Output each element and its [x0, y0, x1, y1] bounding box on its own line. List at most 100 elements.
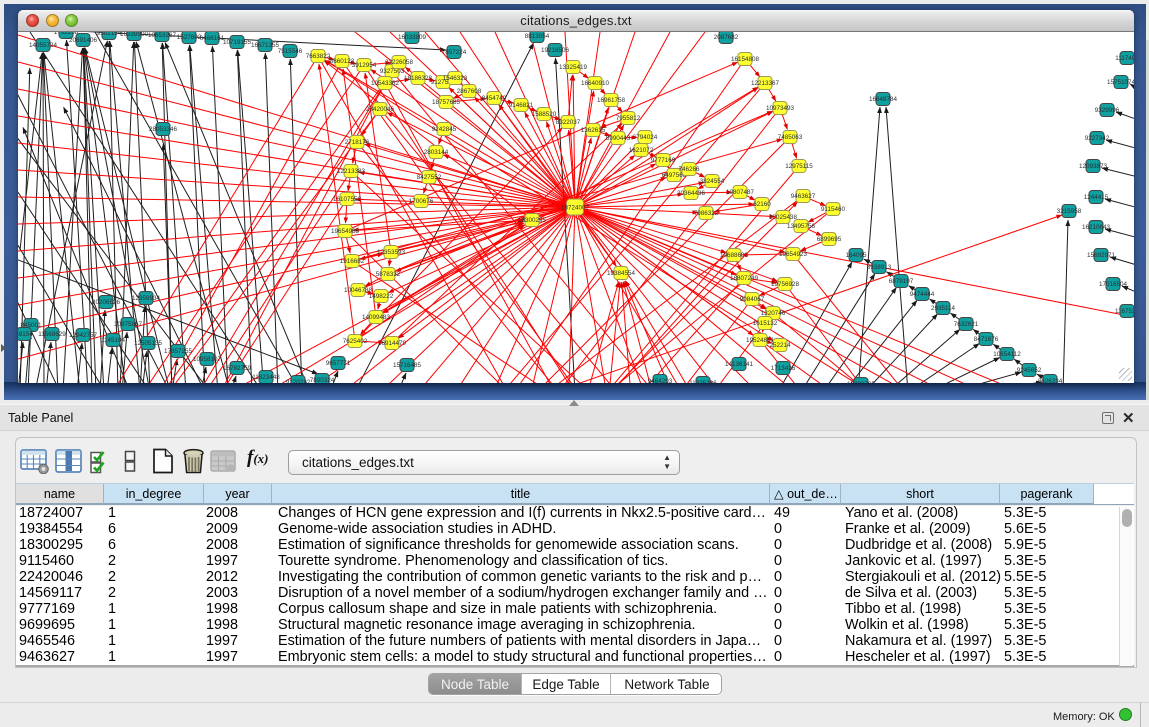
svg-text:10958107: 10958107: [193, 356, 222, 363]
svg-text:1362615: 1362615: [581, 127, 606, 134]
svg-text:19654923: 19654923: [779, 251, 808, 258]
svg-text:9245652: 9245652: [1017, 367, 1042, 374]
svg-text:12505135: 12505135: [134, 340, 163, 347]
svg-text:7857224: 7857224: [442, 49, 467, 56]
svg-text:1546323: 1546323: [443, 75, 468, 82]
svg-text:10654112: 10654112: [993, 351, 1021, 358]
svg-text:10492705: 10492705: [847, 381, 876, 383]
svg-text:14136141: 14136141: [725, 361, 754, 368]
svg-text:15751074: 15751074: [1107, 79, 1134, 86]
svg-text:11568629: 11568629: [38, 331, 66, 338]
svg-text:7632621: 7632621: [954, 321, 979, 328]
svg-text:1588520: 1588520: [532, 111, 557, 118]
svg-text:10719155: 10719155: [223, 39, 252, 46]
svg-text:28053346: 28053346: [149, 126, 178, 133]
svg-text:11325286: 11325286: [689, 380, 717, 383]
svg-text:6899695: 6899695: [817, 236, 842, 243]
svg-text:7955812: 7955812: [616, 115, 641, 122]
svg-text:20691406: 20691406: [69, 37, 98, 44]
svg-text:1117404: 1117404: [1115, 55, 1134, 62]
svg-text:9474444: 9474444: [910, 291, 935, 298]
svg-text:10543362: 10543362: [371, 80, 400, 87]
svg-text:13325419: 13325419: [559, 64, 588, 71]
svg-text:9115460: 9115460: [821, 206, 846, 213]
svg-text:3824554: 3824554: [700, 178, 725, 185]
svg-text:9463627: 9463627: [791, 193, 816, 200]
svg-text:1145194: 1145194: [101, 337, 126, 344]
svg-text:252214: 252214: [769, 342, 791, 349]
svg-text:8427552: 8427552: [417, 174, 442, 181]
svg-text:16648784: 16648784: [869, 96, 898, 103]
svg-text:9657771: 9657771: [326, 360, 351, 367]
svg-text:1527602: 1527602: [177, 34, 202, 41]
svg-text:6794024: 6794024: [633, 134, 658, 141]
svg-text:6879197: 6879197: [889, 278, 914, 285]
svg-text:164095: 164095: [845, 252, 867, 259]
svg-text:9327503: 9327503: [380, 68, 405, 75]
svg-text:1916682: 1916682: [340, 258, 365, 265]
svg-text:12942757: 12942757: [69, 332, 98, 339]
svg-text:9120222: 9120222: [286, 379, 311, 383]
svg-text:2803144: 2803144: [424, 149, 449, 156]
svg-text:19384554: 19384554: [607, 270, 636, 277]
svg-text:18300295: 18300295: [518, 217, 547, 224]
svg-text:9464203: 9464203: [648, 378, 673, 383]
svg-text:7625402: 7625402: [343, 338, 368, 345]
svg-text:746266: 746266: [678, 166, 700, 173]
svg-text:8626334: 8626334: [1038, 378, 1063, 383]
svg-text:23226058: 23226058: [385, 59, 414, 66]
svg-text:9329996: 9329996: [1095, 107, 1120, 114]
svg-text:6466161: 6466161: [200, 35, 225, 42]
svg-text:16107552: 16107552: [333, 196, 362, 203]
svg-text:12353593: 12353593: [377, 249, 406, 256]
svg-text:12359934: 12359934: [132, 295, 161, 302]
svg-text:16782759: 16782759: [223, 365, 252, 372]
svg-text:17857255: 17857255: [164, 348, 193, 355]
svg-text:7890324: 7890324: [310, 377, 335, 383]
svg-text:2087682: 2087682: [714, 34, 739, 41]
svg-text:3912954: 3912954: [352, 62, 377, 69]
svg-text:15716485: 15716485: [393, 362, 422, 369]
svg-text:10973493: 10973493: [766, 105, 795, 112]
svg-text:16033809: 16033809: [398, 34, 427, 41]
svg-text:16339900: 16339900: [120, 32, 149, 38]
svg-text:18724007: 18724007: [561, 204, 590, 211]
svg-text:13495756: 13495756: [787, 223, 816, 230]
svg-text:17016504: 17016504: [1099, 281, 1128, 288]
svg-text:18186328: 18186328: [404, 75, 433, 82]
svg-text:12093873: 12093873: [1079, 163, 1108, 170]
svg-text:7485063: 7485063: [778, 134, 803, 141]
svg-text:16671355: 16671355: [251, 42, 280, 49]
svg-text:2867608: 2867608: [457, 88, 482, 95]
svg-text:16210643: 16210643: [1082, 224, 1111, 231]
svg-text:8990443: 8990443: [606, 135, 631, 142]
svg-text:5878332: 5878332: [376, 271, 401, 278]
svg-text:2718176: 2718176: [345, 139, 370, 146]
svg-text:8322037: 8322037: [556, 119, 581, 126]
svg-text:8454749: 8454749: [482, 95, 507, 102]
svg-text:20364436: 20364436: [677, 190, 706, 197]
svg-text:18807249: 18807249: [730, 275, 759, 282]
svg-text:9227342: 9227342: [1085, 135, 1110, 142]
svg-text:7515546: 7515546: [278, 48, 303, 55]
svg-text:10688609: 10688609: [720, 252, 749, 259]
svg-text:19654988: 19654988: [331, 228, 360, 235]
svg-text:19756928: 19756928: [771, 281, 800, 288]
svg-text:12975115: 12975115: [785, 163, 813, 170]
svg-text:9502154: 9502154: [97, 32, 122, 37]
svg-text:2935114: 2935114: [931, 305, 956, 312]
svg-text:14099483: 14099483: [362, 314, 391, 321]
svg-text:16154808: 16154808: [731, 56, 760, 63]
svg-text:12213367: 12213367: [751, 80, 780, 87]
svg-text:62160: 62160: [753, 201, 771, 208]
svg-text:8813054: 8813054: [525, 33, 550, 40]
svg-text:1244415: 1244415: [1084, 194, 1109, 201]
svg-text:9146821: 9146821: [509, 102, 534, 109]
svg-text:1700676: 1700676: [409, 198, 434, 205]
svg-text:16640910: 16640910: [581, 80, 610, 87]
svg-text:1167534: 1167534: [1115, 308, 1134, 315]
svg-text:9242845: 9242845: [432, 126, 457, 133]
svg-text:10653267: 10653267: [148, 32, 177, 39]
svg-text:9777169: 9777169: [651, 157, 676, 164]
svg-text:1621072: 1621072: [629, 147, 654, 154]
